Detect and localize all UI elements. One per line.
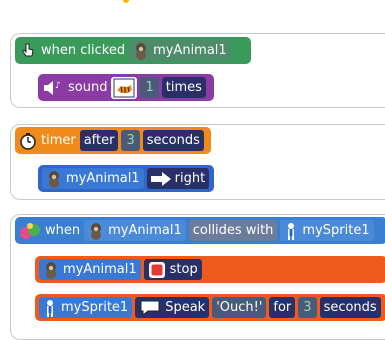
monkey-icon [43, 261, 59, 279]
collide-object-slot[interactable]: mySprite1 [280, 220, 374, 241]
when-clicked-label: when clicked [41, 43, 126, 58]
monkey-icon [88, 222, 104, 240]
collides-with-label: collides with [188, 220, 278, 241]
speak-text-input[interactable]: 'Ouch!' [212, 297, 267, 318]
stop-action-slot[interactable]: stop [143, 259, 202, 280]
sprite-person-icon [43, 299, 57, 317]
click-target-label: myAnimal1 [153, 43, 227, 58]
sound-unit: times [161, 77, 206, 98]
stop-block[interactable]: myAnimal1 stop [35, 256, 385, 283]
move-direction-slot[interactable]: right [146, 168, 210, 189]
collide-block[interactable]: when myAnimal1 collides with mySprite1 [15, 217, 385, 244]
speaker-icon: ♪ [42, 79, 64, 97]
speech-bubble-icon [139, 299, 161, 317]
tiger-icon[interactable] [111, 76, 138, 99]
move-target-slot[interactable]: myAnimal1 [42, 168, 144, 189]
when-clicked-block[interactable]: when clicked myAnimal1 [15, 37, 251, 64]
collide-object-label: mySprite1 [302, 223, 370, 238]
timer-label: timer [41, 133, 76, 148]
speak-label: Speak [165, 300, 206, 315]
timer-block[interactable]: timer after 3 seconds [15, 127, 211, 154]
speak-action-slot[interactable]: Speak [135, 297, 210, 318]
stop-target-slot[interactable]: myAnimal1 [39, 259, 141, 280]
top-accent [123, 0, 129, 3]
collide-when-label: when [45, 223, 81, 238]
sound-label: sound [68, 80, 108, 95]
speak-unit: seconds [319, 297, 381, 318]
timer-unit: seconds [142, 130, 204, 151]
sprite-person-icon [284, 222, 298, 240]
stop-target-label: myAnimal1 [63, 262, 137, 277]
hand-pointer-icon [19, 42, 37, 60]
stop-label: stop [169, 262, 198, 277]
timer-value[interactable]: 3 [121, 130, 140, 151]
speak-block[interactable]: mySprite1 Speak 'Ouch!' for 3 seconds [35, 294, 385, 321]
monkey-icon [133, 42, 149, 60]
collide-subject-label: myAnimal1 [108, 223, 182, 238]
collision-icon [19, 221, 41, 241]
code-canvas: when clicked myAnimal1 ♪ sound 1 times t… [0, 0, 385, 340]
move-target-label: myAnimal1 [66, 171, 140, 186]
stopwatch-icon [19, 132, 37, 150]
timer-after-label: after [79, 130, 119, 151]
speak-for-label: for [269, 297, 296, 318]
move-block[interactable]: myAnimal1 right [38, 165, 214, 192]
arrow-right-icon [150, 171, 171, 186]
move-direction-label: right [174, 171, 206, 186]
speak-duration-value[interactable]: 3 [298, 297, 317, 318]
click-target-slot[interactable]: myAnimal1 [129, 40, 231, 61]
sound-count[interactable]: 1 [140, 77, 159, 98]
stop-square-icon [148, 261, 166, 279]
monkey-icon [46, 170, 62, 188]
speak-target-slot[interactable]: mySprite1 [39, 297, 133, 318]
collide-subject-slot[interactable]: myAnimal1 [84, 220, 186, 241]
sound-block[interactable]: ♪ sound 1 times [38, 74, 214, 101]
speak-target-label: mySprite1 [61, 300, 129, 315]
svg-text:♪: ♪ [55, 81, 61, 91]
